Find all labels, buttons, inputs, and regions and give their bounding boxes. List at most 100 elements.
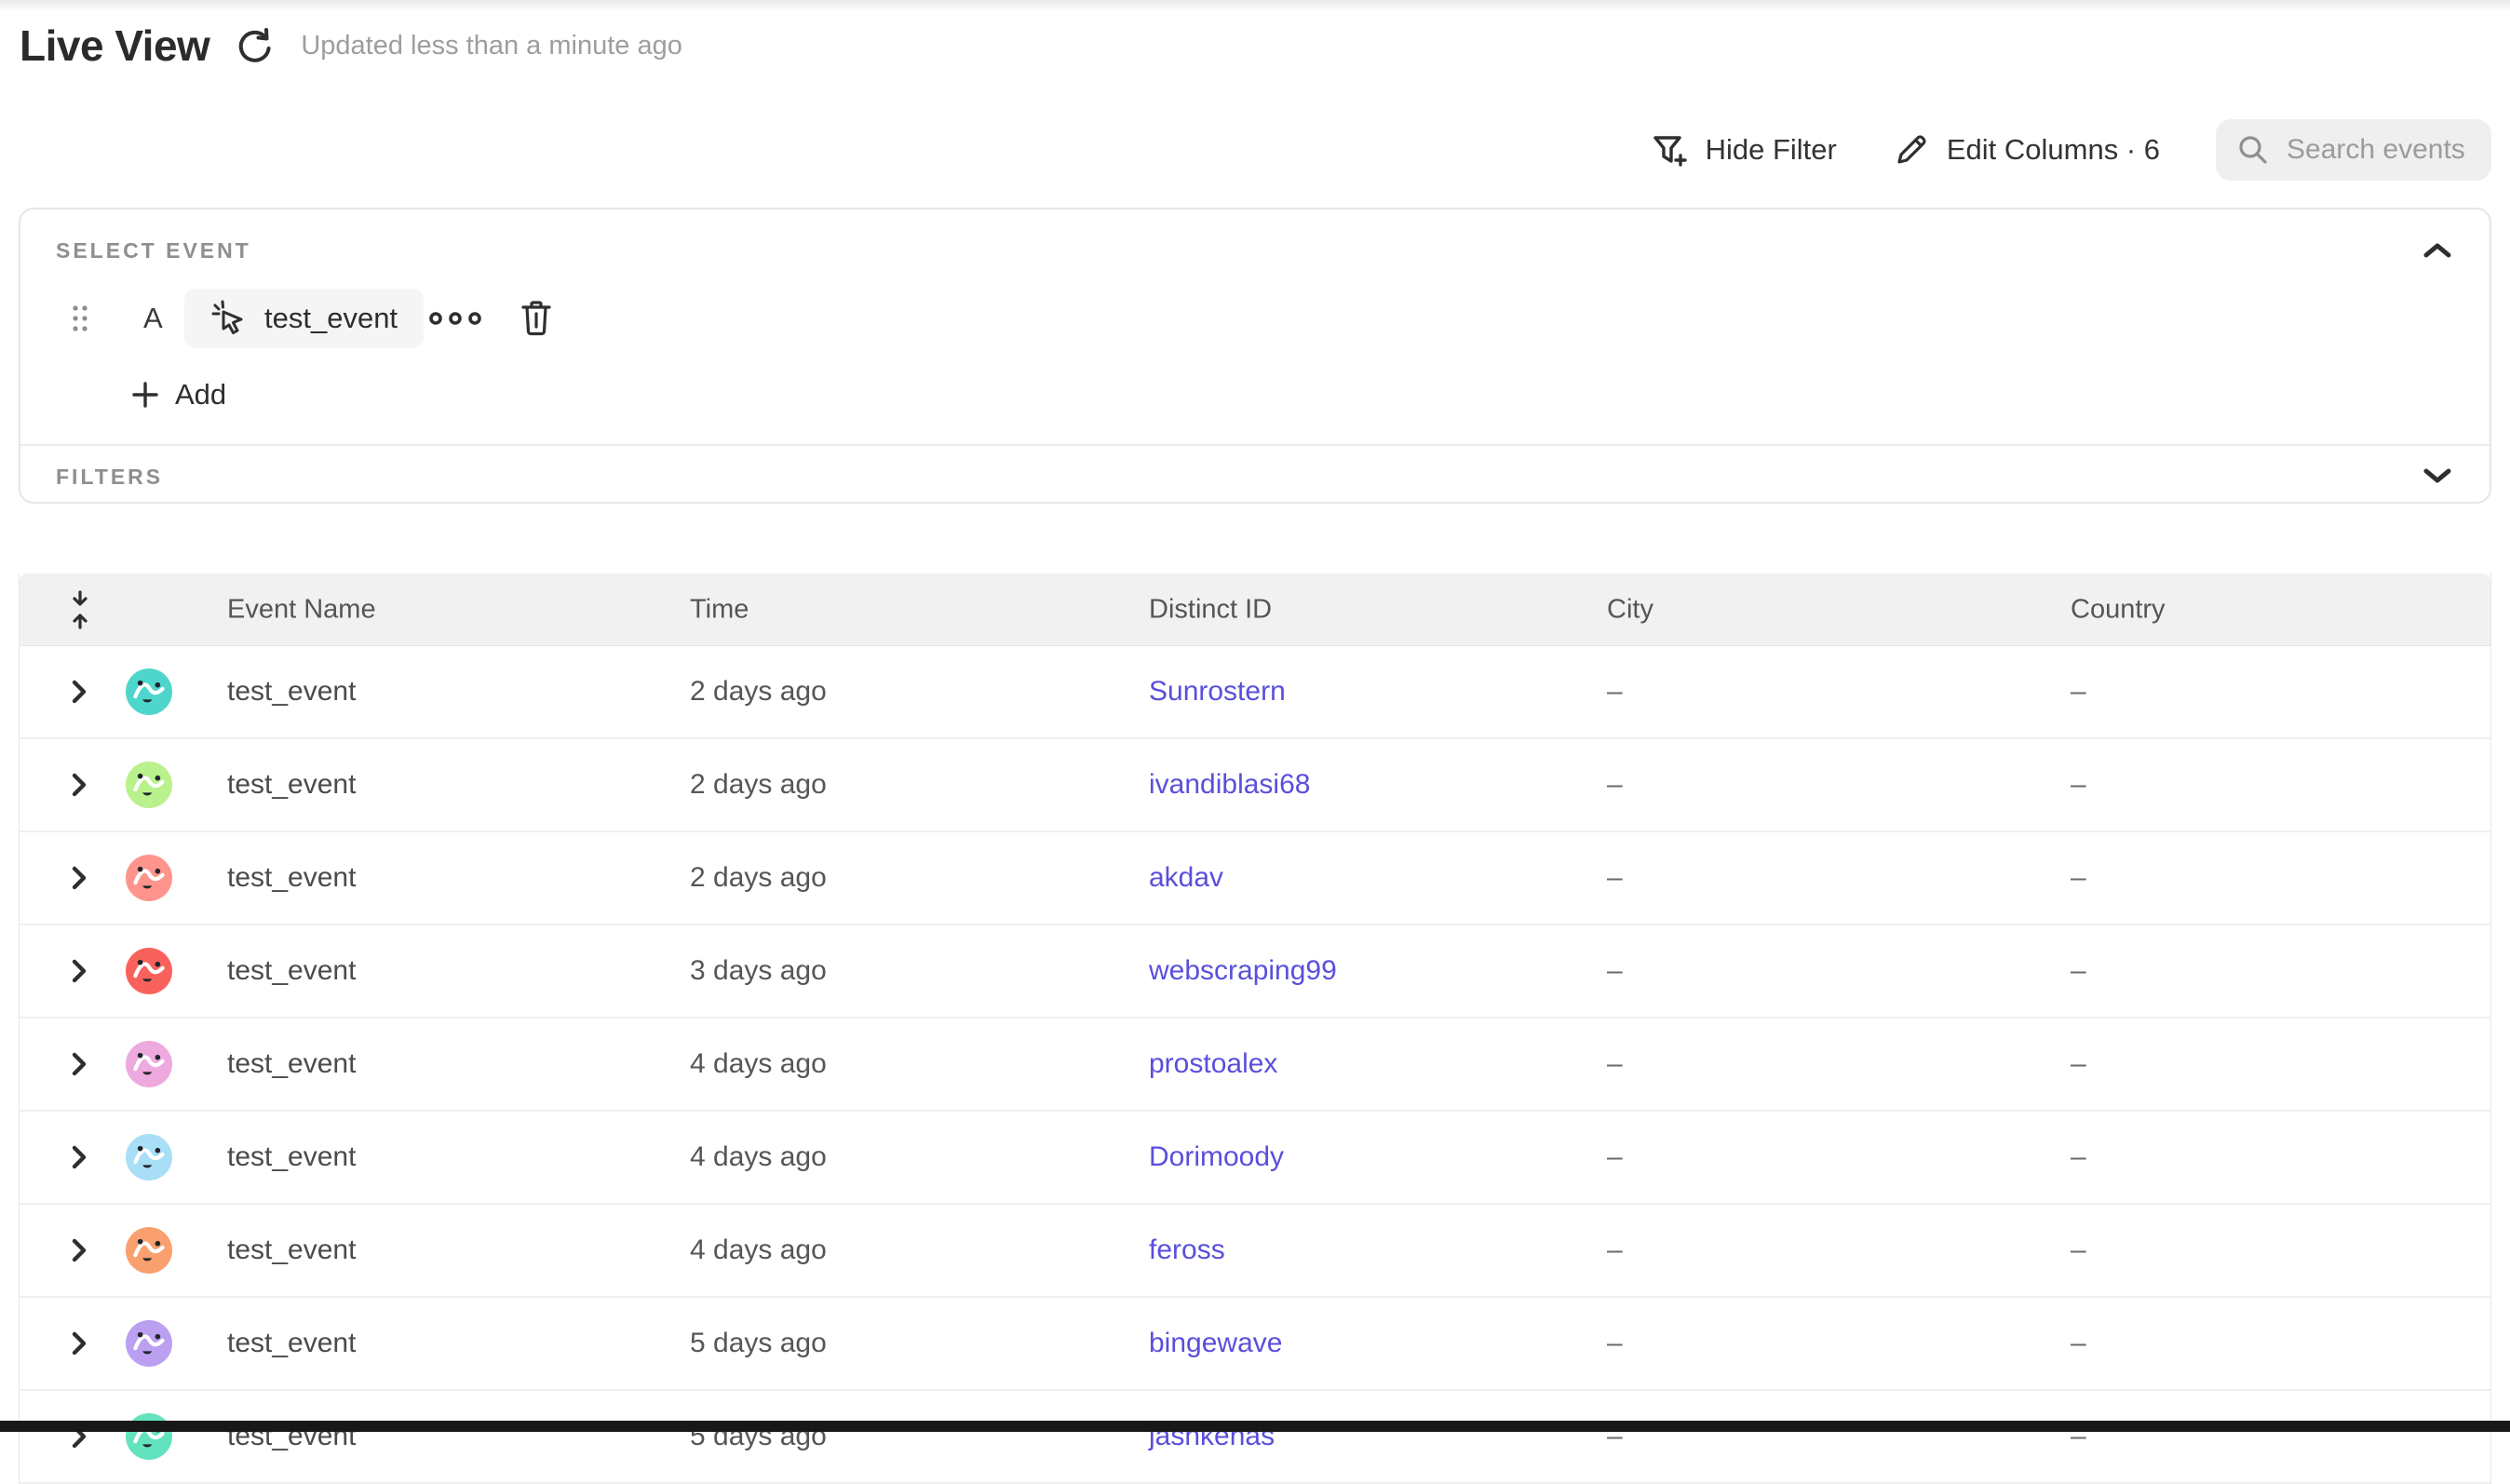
drag-handle-icon[interactable] xyxy=(70,302,90,335)
distinct-id-link[interactable]: ivandiblasi68 xyxy=(1149,769,1310,801)
event-name-cell: test_event xyxy=(227,1141,356,1173)
country-cell: – xyxy=(2071,769,2086,801)
table-row: test_event 2 days ago Sunrostern – – xyxy=(20,646,2490,739)
page-header: Live View Updated less than a minute ago xyxy=(20,20,682,71)
event-name-cell: test_event xyxy=(227,955,356,987)
event-name-cell: test_event xyxy=(227,676,356,708)
trash-icon[interactable] xyxy=(520,299,553,338)
page-title: Live View xyxy=(20,20,209,71)
chevron-up-icon[interactable] xyxy=(2417,230,2458,271)
event-name-cell: test_event xyxy=(227,1234,356,1266)
distinct-id-link[interactable]: prostoalex xyxy=(1149,1048,1277,1080)
avatar[interactable] xyxy=(126,855,172,901)
city-cell: – xyxy=(1607,1048,1623,1080)
time-cell: 2 days ago xyxy=(690,676,827,708)
refresh-icon[interactable] xyxy=(234,24,277,67)
time-cell: 3 days ago xyxy=(690,955,827,987)
panel-divider xyxy=(20,444,2490,446)
event-name-cell: test_event xyxy=(227,862,356,894)
search-icon xyxy=(2236,133,2270,167)
hide-filter-button[interactable]: Hide Filter xyxy=(1650,130,1837,169)
table-row: test_event 3 days ago webscraping99 – – xyxy=(20,925,2490,1019)
col-header-time: Time xyxy=(690,594,749,625)
chevron-right-icon[interactable] xyxy=(70,1236,88,1264)
funnel-plus-icon xyxy=(1650,130,1689,169)
col-header-country: Country xyxy=(2071,594,2166,625)
avatar[interactable] xyxy=(126,1134,172,1180)
time-cell: 2 days ago xyxy=(690,862,827,894)
chevron-right-icon[interactable] xyxy=(70,864,88,892)
event-name-cell: test_event xyxy=(227,1048,356,1080)
distinct-id-link[interactable]: Sunrostern xyxy=(1149,676,1286,708)
country-cell: – xyxy=(2071,862,2086,894)
city-cell: – xyxy=(1607,1141,1623,1173)
plus-icon xyxy=(130,380,160,410)
chevron-down-icon[interactable] xyxy=(2417,455,2458,496)
country-cell: – xyxy=(2071,1141,2086,1173)
table-row: test_event 4 days ago feross – – xyxy=(20,1205,2490,1298)
search-input[interactable] xyxy=(2285,133,2493,167)
cursor-click-icon xyxy=(210,300,248,337)
table-row: test_event 2 days ago akdav – – xyxy=(20,832,2490,925)
event-chip-label: test_event xyxy=(264,302,398,335)
add-event-button[interactable]: Add xyxy=(130,368,226,422)
table-row: test_event 5 days ago bingewave – – xyxy=(20,1298,2490,1391)
chevron-right-icon[interactable] xyxy=(70,1050,88,1078)
event-letter: A xyxy=(143,302,163,335)
avatar[interactable] xyxy=(126,1320,172,1367)
avatar[interactable] xyxy=(126,762,172,808)
toolbar: Hide Filter Edit Columns · 6 xyxy=(1650,119,2491,181)
chevron-right-icon[interactable] xyxy=(70,1143,88,1171)
table-body: test_event 2 days ago Sunrostern – – tes… xyxy=(20,646,2490,1484)
time-cell: 4 days ago xyxy=(690,1141,827,1173)
more-options-icon[interactable] xyxy=(428,311,482,326)
table-row: test_event 5 days ago jashkenas – – xyxy=(20,1391,2490,1484)
select-event-label: SELECT EVENT xyxy=(56,238,251,263)
distinct-id-link[interactable]: Dorimoody xyxy=(1149,1141,1284,1173)
avatar[interactable] xyxy=(126,1227,172,1274)
edit-columns-label: Edit Columns · 6 xyxy=(1947,133,2160,167)
event-query-row: A test_event xyxy=(20,288,2490,349)
country-cell: – xyxy=(2071,955,2086,987)
query-panel: SELECT EVENT A test_event xyxy=(19,208,2491,504)
distinct-id-link[interactable]: feross xyxy=(1149,1234,1225,1266)
bottom-edge-bar xyxy=(0,1421,2510,1432)
table-header: Event Name Time Distinct ID City Country xyxy=(20,573,2490,646)
collapse-rows-icon[interactable] xyxy=(68,589,92,630)
updated-status: Updated less than a minute ago xyxy=(301,31,682,61)
col-header-event-name: Event Name xyxy=(227,594,376,625)
avatar[interactable] xyxy=(126,1041,172,1087)
distinct-id-link[interactable]: akdav xyxy=(1149,862,1223,894)
top-fade xyxy=(0,0,2510,11)
time-cell: 4 days ago xyxy=(690,1234,827,1266)
country-cell: – xyxy=(2071,676,2086,708)
city-cell: – xyxy=(1607,862,1623,894)
distinct-id-link[interactable]: bingewave xyxy=(1149,1328,1282,1359)
chevron-right-icon[interactable] xyxy=(70,957,88,985)
country-cell: – xyxy=(2071,1234,2086,1266)
country-cell: – xyxy=(2071,1048,2086,1080)
search-box[interactable] xyxy=(2216,119,2491,181)
filters-label: FILTERS xyxy=(56,465,163,490)
hide-filter-label: Hide Filter xyxy=(1706,133,1837,167)
col-header-city: City xyxy=(1607,594,1653,625)
country-cell: – xyxy=(2071,1328,2086,1359)
chevron-right-icon[interactable] xyxy=(70,1329,88,1357)
event-chip[interactable]: test_event xyxy=(184,289,424,348)
event-name-cell: test_event xyxy=(227,769,356,801)
city-cell: – xyxy=(1607,955,1623,987)
time-cell: 4 days ago xyxy=(690,1048,827,1080)
chevron-right-icon[interactable] xyxy=(70,678,88,706)
avatar[interactable] xyxy=(126,948,172,994)
avatar[interactable] xyxy=(126,668,172,715)
events-table: Event Name Time Distinct ID City Country… xyxy=(19,573,2491,1484)
event-name-cell: test_event xyxy=(227,1328,356,1359)
table-row: test_event 4 days ago Dorimoody – – xyxy=(20,1112,2490,1205)
city-cell: – xyxy=(1607,1234,1623,1266)
add-label: Add xyxy=(175,378,226,411)
edit-columns-button[interactable]: Edit Columns · 6 xyxy=(1893,131,2160,169)
city-cell: – xyxy=(1607,769,1623,801)
chevron-right-icon[interactable] xyxy=(70,771,88,799)
distinct-id-link[interactable]: webscraping99 xyxy=(1149,955,1337,987)
table-row: test_event 4 days ago prostoalex – – xyxy=(20,1019,2490,1112)
